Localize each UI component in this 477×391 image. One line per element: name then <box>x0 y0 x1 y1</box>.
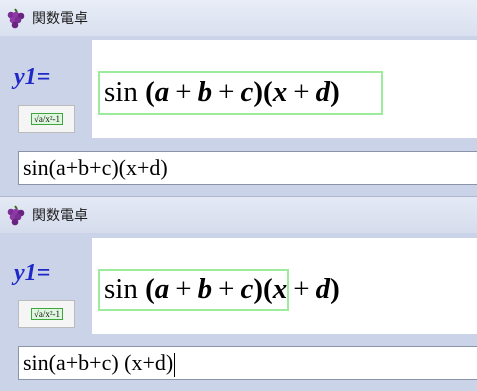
var-a: a <box>154 273 170 305</box>
formula-editor-button[interactable]: √a/x²-1 <box>18 105 75 133</box>
calculator-window-1: 関数電卓 y1= √a/x²-1 sin (a + b + c)(x + d) sin(a+… <box>0 0 477 196</box>
var-c: c <box>240 273 254 305</box>
formula-display: sin (a + b + c)(x + d) <box>92 40 477 138</box>
paren-open: ( <box>145 76 155 108</box>
sqrt-formula-icon: √a/x²-1 <box>31 113 63 125</box>
func-name: sin <box>104 273 138 305</box>
grapes-app-icon <box>7 205 25 226</box>
plus-op: + <box>218 273 235 305</box>
var-a: a <box>154 76 170 108</box>
var-x: x <box>272 76 288 108</box>
formula-input[interactable]: sin(a+b+c) (x+d) <box>18 346 477 380</box>
func-name: sin <box>104 76 138 108</box>
paren-open: ( <box>263 273 273 305</box>
paren-open: ( <box>263 76 273 108</box>
plus-op: + <box>218 76 235 108</box>
grapes-app-icon <box>7 8 25 29</box>
window-title: 関数電卓 <box>32 208 88 224</box>
var-b: b <box>197 273 213 305</box>
calculator-window-2: 関数電卓 y1= √a/x²-1 sin (a + b + c)(x + d) sin(a+… <box>0 196 477 391</box>
paren-close: ) <box>330 273 340 305</box>
var-x: x <box>272 273 288 305</box>
rendered-formula: sin (a + b + c)(x + d) <box>104 273 340 305</box>
rendered-formula: sin (a + b + c)(x + d) <box>104 76 340 108</box>
paren-close: ) <box>253 273 264 305</box>
function-label: y1= <box>14 260 51 286</box>
formula-editor-button[interactable]: √a/x²-1 <box>18 300 75 328</box>
function-label: y1= <box>14 64 51 90</box>
formula-input-text: sin(a+b+c) (x+d) <box>23 350 174 375</box>
formula-display: sin (a + b + c)(x + d) <box>92 238 477 334</box>
formula-input-text: sin(a+b+c)(x+d) <box>23 155 168 180</box>
plus-op: + <box>293 76 310 108</box>
plus-op: + <box>175 76 192 108</box>
formula-input[interactable]: sin(a+b+c)(x+d) <box>18 151 477 185</box>
var-c: c <box>240 76 254 108</box>
sqrt-formula-icon: √a/x²-1 <box>31 308 63 320</box>
paren-close: ) <box>253 76 264 108</box>
paren-open: ( <box>145 273 155 305</box>
var-b: b <box>197 76 213 108</box>
plus-op: + <box>293 273 310 305</box>
var-d: d <box>315 76 331 108</box>
text-caret <box>174 352 176 377</box>
var-d: d <box>315 273 331 305</box>
title-bar[interactable]: 関数電卓 <box>0 196 477 233</box>
plus-op: + <box>175 273 192 305</box>
paren-close: ) <box>330 76 340 108</box>
window-title: 関数電卓 <box>32 11 88 27</box>
title-bar[interactable]: 関数電卓 <box>0 0 477 36</box>
